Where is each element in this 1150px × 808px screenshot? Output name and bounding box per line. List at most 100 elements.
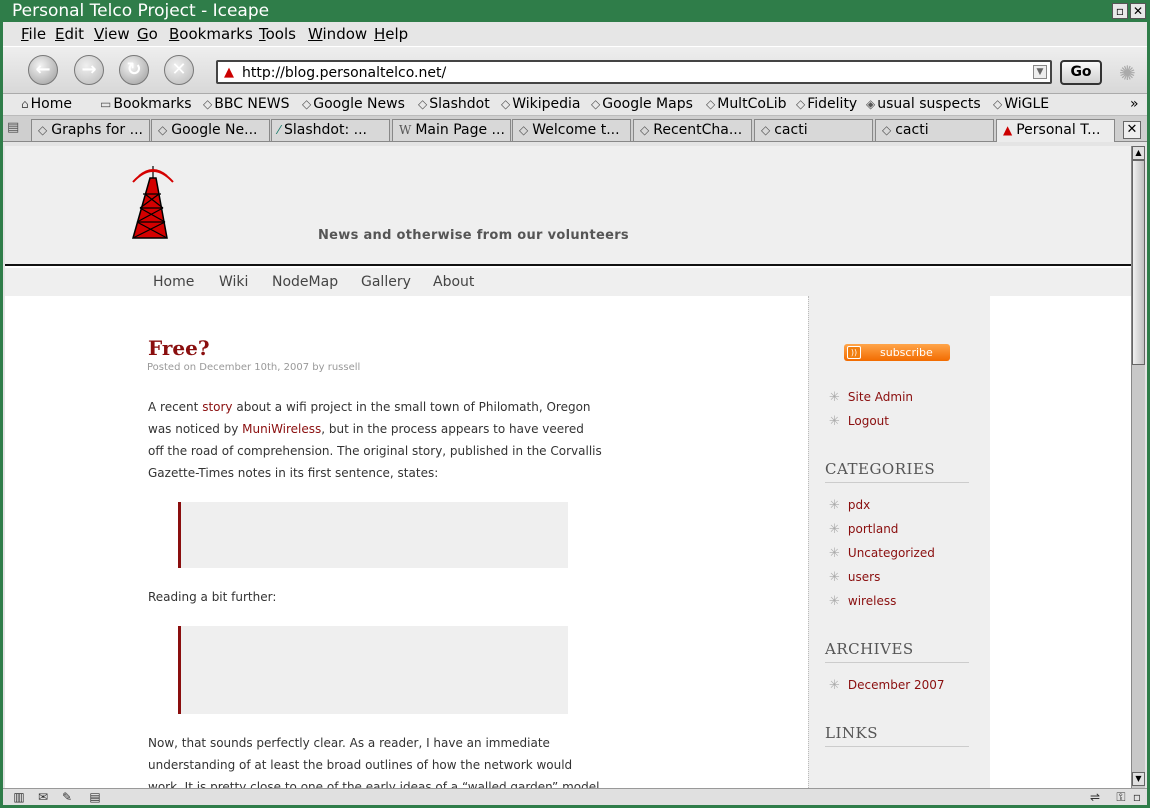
- bullet-star-icon: ✳: [829, 414, 840, 429]
- menu-bar: File Edit View Go Bookmarks Tools Window…: [3, 22, 1147, 46]
- back-icon[interactable]: ←: [28, 55, 58, 85]
- new-tab-icon[interactable]: ▤: [7, 120, 19, 135]
- url-input[interactable]: [242, 63, 1022, 82]
- url-bar[interactable]: ▲ ▼: [216, 60, 1052, 84]
- page-icon: ◇: [761, 123, 771, 137]
- tab-welcome[interactable]: ◇ Welcome t...: [512, 119, 631, 141]
- tab-google-news[interactable]: ◇ Google Ne...: [151, 119, 270, 141]
- tab-main-page[interactable]: W Main Page ...: [392, 119, 511, 141]
- scrollbar-thumb[interactable]: [1132, 160, 1145, 365]
- category-uncategorized[interactable]: ✳ Uncategorized: [829, 546, 935, 561]
- url-dropdown-icon[interactable]: ▼: [1033, 65, 1047, 79]
- reload-icon[interactable]: ↻: [119, 55, 149, 85]
- personal-telco-favicon-icon: ▲: [1003, 123, 1013, 137]
- page-icon: ◇: [519, 123, 529, 137]
- blockquote-2: [178, 626, 568, 714]
- bookmarks-toolbar: ⌂ Home ▭ Bookmarks ◇ BBC NEWS ◇ Google News …: [3, 94, 1147, 116]
- muniwireless-link[interactable]: MuniWireless: [242, 422, 321, 436]
- bookmark-google-maps[interactable]: ◇ Google Maps: [591, 96, 693, 112]
- site-nav-wiki[interactable]: Wiki: [219, 274, 248, 290]
- site-nav-about[interactable]: About: [433, 274, 474, 290]
- tab-slashdot[interactable]: ⁄ Slashdot: ...: [271, 119, 390, 141]
- bullet-star-icon: ✳: [829, 522, 840, 537]
- menu-bookmarks[interactable]: Bookmarks: [169, 25, 253, 43]
- page-icon: ◇: [882, 123, 892, 137]
- menu-tools[interactable]: Tools: [259, 25, 296, 43]
- menu-edit[interactable]: Edit: [55, 25, 84, 43]
- vertical-scrollbar[interactable]: ▲ ▼: [1131, 146, 1145, 788]
- tab-bar: ▤ ◇ Graphs for ... ◇ Google Ne... ⁄ Slashdo…: [3, 116, 1147, 142]
- bookmark-icon: ◇: [796, 97, 806, 111]
- category-portland[interactable]: ✳ portland: [829, 522, 898, 537]
- sidebar: )) subscribe ✳ Site Admin ✳ Logout CATEGOR…: [808, 296, 990, 788]
- bookmark-bbc-news[interactable]: ◇ BBC NEWS: [203, 96, 289, 112]
- site-nav-gallery[interactable]: Gallery: [361, 274, 411, 290]
- bookmarks-overflow-icon[interactable]: »: [1130, 96, 1139, 112]
- page-icon: ◇: [640, 123, 650, 137]
- bookmark-google-news[interactable]: ◇ Google News: [302, 96, 405, 112]
- tab-cacti-1[interactable]: ◇ cacti: [754, 119, 873, 141]
- bookmark-wikipedia[interactable]: ◇ Wikipedia: [501, 96, 581, 112]
- bookmark-icon: ◇: [418, 97, 428, 111]
- minimize-icon[interactable]: ▫: [1112, 3, 1128, 19]
- address-book-icon[interactable]: ▤: [87, 790, 103, 804]
- scroll-down-icon[interactable]: ▼: [1132, 772, 1145, 786]
- stop-icon[interactable]: ✕: [164, 55, 194, 85]
- category-wireless[interactable]: ✳ wireless: [829, 594, 896, 609]
- blockquote-1: [178, 502, 568, 568]
- composer-icon[interactable]: ✎: [59, 790, 75, 804]
- window-titlebar: Personal Telco Project - Iceape: [0, 0, 1150, 22]
- post-title[interactable]: Free?: [148, 336, 210, 360]
- bookmark-multcolib[interactable]: ◇ MultCoLib: [706, 96, 786, 112]
- close-window-icon[interactable]: ✕: [1130, 3, 1146, 19]
- menu-view[interactable]: View: [94, 25, 130, 43]
- post-meta-prefix: Posted on: [147, 362, 197, 373]
- subscribe-button[interactable]: )) subscribe: [844, 344, 950, 361]
- site-nav-home[interactable]: Home: [153, 274, 194, 290]
- navigator-icon[interactable]: ▥: [11, 790, 27, 804]
- bookmark-icon: ◇: [501, 97, 511, 111]
- category-pdx[interactable]: ✳ pdx: [829, 498, 870, 513]
- status-bar: ▥ ✉ ✎ ▤ ⇌ ⚿ ▫: [3, 788, 1147, 805]
- menu-window[interactable]: Window: [308, 25, 367, 43]
- mail-icon[interactable]: ✉: [35, 790, 51, 804]
- bookmark-icon: ◇: [993, 97, 1003, 111]
- menu-help[interactable]: Help: [374, 25, 408, 43]
- page-viewport: News and otherwise from our volunteers H…: [5, 146, 1131, 788]
- folder-icon: ▭: [100, 97, 112, 111]
- slashdot-icon: ⁄: [278, 123, 281, 137]
- story-link[interactable]: story: [202, 400, 232, 414]
- bookmark-usual-suspects[interactable]: ◈ usual suspects: [866, 96, 981, 112]
- bookmark-wigle[interactable]: ◇ WiGLE: [993, 96, 1049, 112]
- bullet-star-icon: ✳: [829, 594, 840, 609]
- archive-december-2007[interactable]: ✳ December 2007: [829, 678, 945, 693]
- navigation-toolbar: ← → ↻ ✕ ▲ ▼ Go ✺: [3, 46, 1147, 94]
- tab-recent-changes[interactable]: ◇ RecentCha...: [633, 119, 752, 141]
- links-heading: LINKS: [825, 724, 969, 747]
- bookmark-home[interactable]: ⌂ Home: [21, 96, 72, 112]
- wikipedia-icon: W: [399, 123, 412, 137]
- forward-icon[interactable]: →: [74, 55, 104, 85]
- bookmark-fidelity[interactable]: ◇ Fidelity: [796, 96, 857, 112]
- throbber-icon: ✺: [1119, 61, 1136, 85]
- bookmark-slashdot[interactable]: ◇ Slashdot: [418, 96, 490, 112]
- scroll-up-icon[interactable]: ▲: [1132, 146, 1145, 160]
- tab-cacti-2[interactable]: ◇ cacti: [875, 119, 994, 141]
- category-users[interactable]: ✳ users: [829, 570, 880, 585]
- tab-personal-telco[interactable]: ▲ Personal T...: [996, 119, 1115, 142]
- site-nav-nodemap[interactable]: NodeMap: [272, 274, 338, 290]
- close-tab-icon[interactable]: ✕: [1123, 121, 1141, 139]
- sidebar-link-site-admin[interactable]: ✳ Site Admin: [829, 390, 913, 405]
- menu-go[interactable]: Go: [137, 25, 158, 43]
- go-button[interactable]: Go: [1060, 60, 1102, 85]
- menu-file[interactable]: File: [21, 25, 46, 43]
- bullet-star-icon: ✳: [829, 570, 840, 585]
- rss-icon: )): [847, 346, 861, 359]
- sidebar-link-logout[interactable]: ✳ Logout: [829, 414, 889, 429]
- post-date: December 10th, 2007: [199, 362, 310, 373]
- bookmark-bookmarks[interactable]: ▭ Bookmarks: [100, 96, 192, 112]
- tab-graphs[interactable]: ◇ Graphs for ...: [31, 119, 150, 141]
- personal-telco-logo-icon[interactable]: [125, 164, 175, 246]
- post-paragraph-3: Now, that sounds perfectly clear. As a r…: [148, 736, 600, 788]
- post-paragraph-1: A recent story about a wifi project in t…: [148, 400, 602, 480]
